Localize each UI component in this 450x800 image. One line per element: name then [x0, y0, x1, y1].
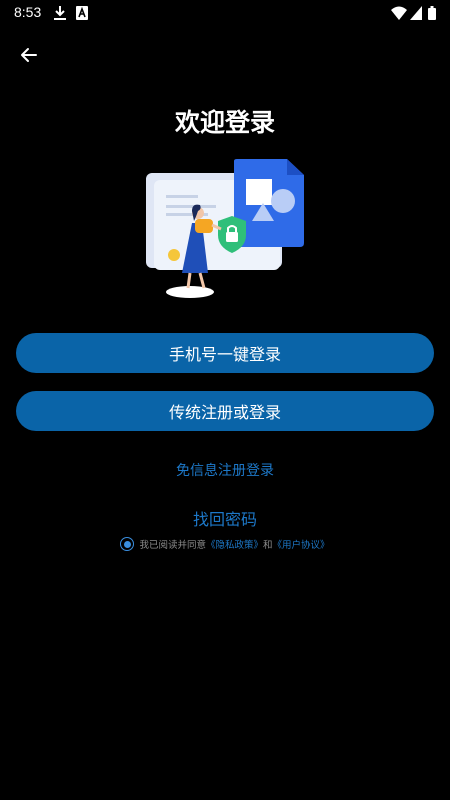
wifi-icon [391, 5, 407, 24]
status-bar: 8:53 [0, 0, 450, 26]
a-icon [76, 5, 88, 24]
agreement-checkbox[interactable] [120, 537, 135, 551]
page-title: 欢迎登录 [174, 108, 275, 137]
status-time: 8:53 [14, 4, 42, 20]
agreement-row: 我已阅读并同意 《隐私政策》 和 《用户协议》 [0, 537, 450, 551]
arrow-left-icon [19, 45, 39, 69]
agreement-conjunction: 和 [263, 540, 273, 551]
privacy-policy-link[interactable]: 《隐私政策》 [206, 537, 263, 551]
phone-login-button[interactable]: 手机号一键登录 [16, 333, 434, 373]
battery-icon [428, 5, 436, 24]
signal-icon [410, 5, 422, 24]
agreement-checkbox-dot [123, 540, 131, 548]
login-security-illustration [142, 155, 308, 300]
user-agreement-link[interactable]: 《用户协议》 [273, 537, 330, 551]
forgot-password-link[interactable]: 找回密码 [0, 506, 450, 530]
classic-login-button[interactable]: 传统注册或登录 [16, 391, 434, 431]
agreement-prefix: 我已阅读并同意 [139, 540, 206, 551]
quick-register-link[interactable]: 免信息注册登录 [0, 460, 450, 480]
download-icon [54, 5, 66, 24]
back-button[interactable] [14, 42, 44, 72]
